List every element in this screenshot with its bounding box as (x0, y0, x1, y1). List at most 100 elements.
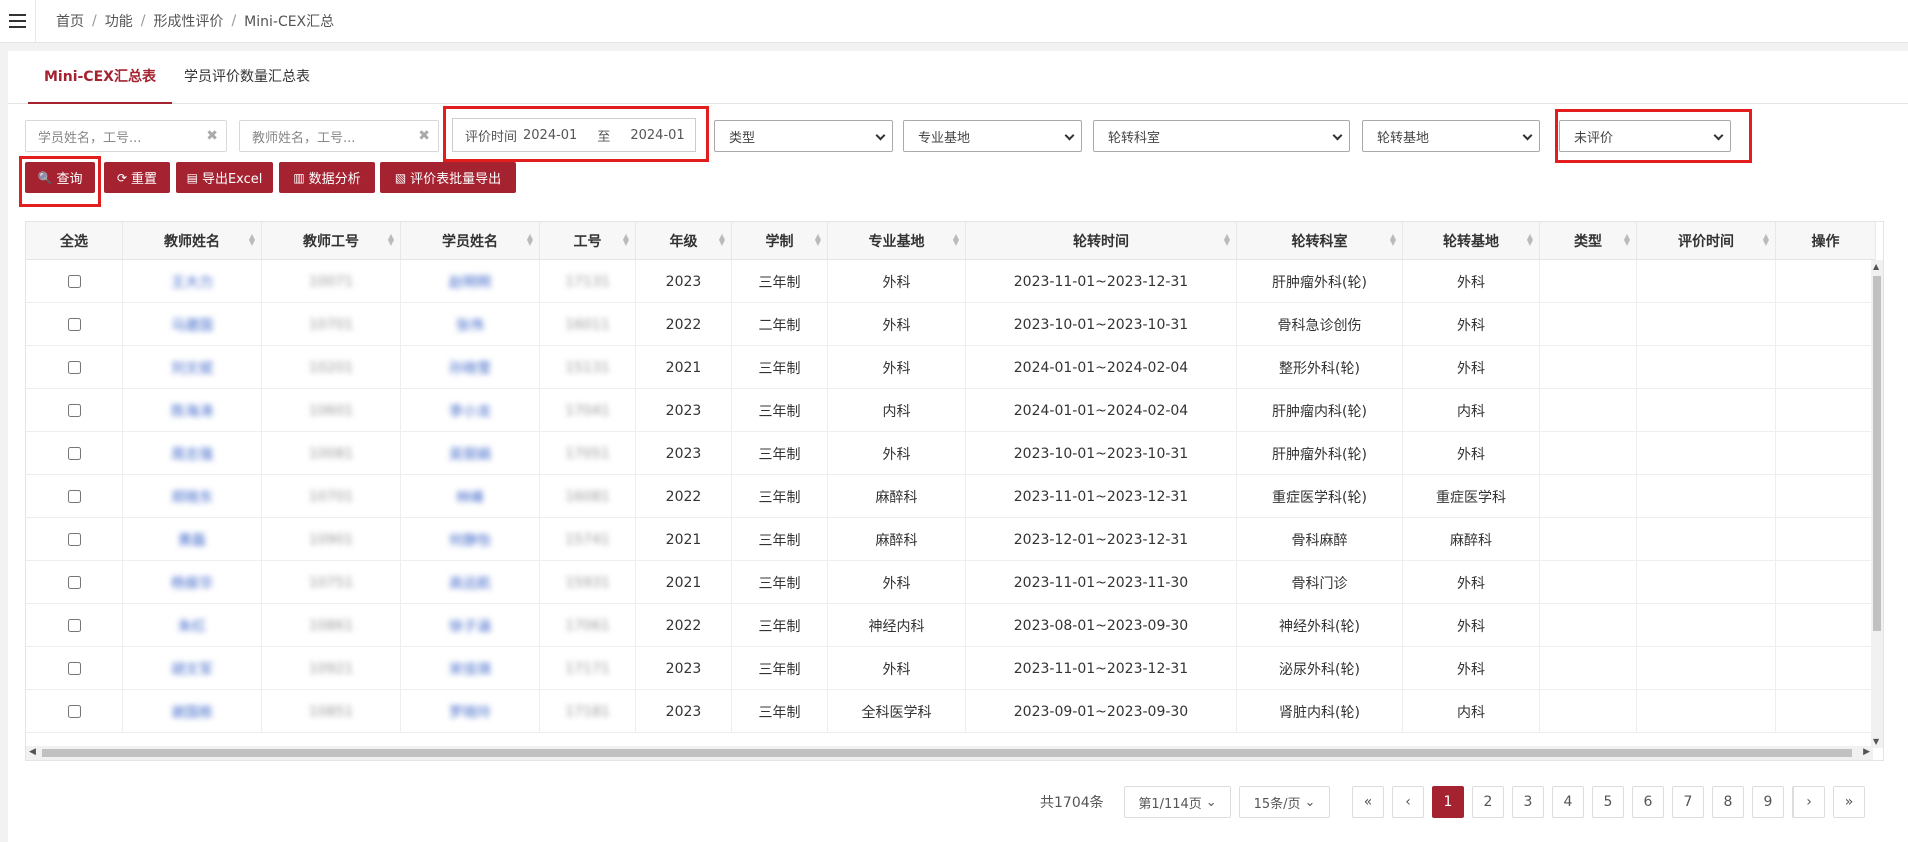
vertical-scroll-thumb[interactable] (1873, 276, 1881, 631)
first-page-button[interactable]: « (1352, 786, 1384, 818)
page-1-button[interactable]: 1 (1432, 786, 1464, 818)
table-row[interactable]: 刘文斌 10201 孙晓雪 15131 2021 三年制 外科 2024-01-01~2024… (26, 346, 1876, 389)
tab-mini-cex-summary[interactable]: Mini-CEX汇总表 (28, 51, 172, 104)
export-excel-button[interactable]: ▤ 导出Excel (176, 162, 273, 193)
type-select[interactable]: 类型 (714, 120, 893, 152)
rotation-base-select[interactable]: 轮转基地 (1362, 120, 1540, 152)
column-header[interactable]: 学员姓名 ▲ ▼ (401, 222, 540, 260)
base-select[interactable]: 专业基地 (903, 120, 1082, 152)
cell-student[interactable]: 高远航 (449, 573, 491, 593)
column-header[interactable]: 评价时间 ▲ ▼ (1637, 222, 1776, 260)
menu-toggle-icon[interactable] (0, 0, 36, 43)
row-checkbox[interactable] (67, 619, 81, 632)
table-row[interactable]: 朱红 10861 徐子涵 17061 2022 三年制 神经内科 2023-08-01~202… (26, 604, 1876, 647)
column-header[interactable]: 全选 (26, 222, 123, 260)
column-header[interactable]: 教师姓名 ▲ ▼ (123, 222, 262, 260)
table-row[interactable]: 王大力 10071 赵明明 17131 2023 三年制 外科 2023-11-01~2023… (26, 260, 1876, 303)
last-page-button[interactable]: » (1833, 786, 1865, 818)
page-7-button[interactable]: 7 (1672, 786, 1704, 818)
tab-student-eval-count[interactable]: 学员评价数量汇总表 (168, 51, 326, 104)
clear-icon[interactable]: ✖ (418, 128, 430, 144)
column-header[interactable]: 轮转时间 ▲ ▼ (966, 222, 1237, 260)
cell-teacher[interactable]: 郑晓东 (171, 487, 213, 507)
scroll-left-icon[interactable]: ◀ (29, 747, 36, 757)
table-row[interactable]: 周志强 10081 吴丽娟 17051 2023 三年制 外科 2023-10-01~2023… (26, 432, 1876, 475)
column-header[interactable]: 学制 ▲ ▼ (732, 222, 828, 260)
breadcrumb-formative-eval[interactable]: 形成性评价 (153, 11, 223, 31)
sort-icon[interactable]: ▲ ▼ (1624, 233, 1630, 247)
cell-student[interactable]: 张伟 (456, 315, 484, 335)
scroll-down-icon[interactable]: ▼ (1873, 737, 1879, 746)
horizontal-scrollbar[interactable]: ◀ ▶ (26, 746, 1873, 760)
vertical-scrollbar[interactable]: ▲ ▼ (1871, 260, 1883, 748)
batch-export-button[interactable]: ▧ 评价表批量导出 (380, 162, 516, 193)
prev-page-button[interactable]: ‹ (1392, 786, 1424, 818)
row-checkbox[interactable] (67, 705, 81, 718)
cell-teacher[interactable]: 朱红 (178, 616, 206, 636)
row-checkbox[interactable] (67, 447, 81, 460)
page-info-select[interactable]: 第1/114页 ⌄ (1124, 786, 1231, 818)
cell-student[interactable]: 罗晓玲 (449, 702, 491, 722)
row-checkbox[interactable] (67, 404, 81, 417)
cell-student[interactable]: 孙晓雪 (449, 358, 491, 378)
teacher-search-input[interactable]: 教师姓名，工号... ✖ (239, 120, 439, 152)
cell-teacher[interactable]: 谢国栋 (171, 702, 213, 722)
column-header[interactable]: 类型 ▲ ▼ (1540, 222, 1637, 260)
cell-student[interactable]: 吴丽娟 (449, 444, 491, 464)
sort-icon[interactable]: ▲ ▼ (249, 233, 255, 247)
sort-icon[interactable]: ▲ ▼ (719, 233, 725, 247)
page-2-button[interactable]: 2 (1472, 786, 1504, 818)
column-header[interactable]: 操作 (1776, 222, 1876, 260)
column-header[interactable]: 年级 ▲ ▼ (636, 222, 732, 260)
page-size-select[interactable]: 15条/页 ⌄ (1239, 786, 1330, 818)
table-row[interactable]: 胡文军 10921 宋佳琪 17171 2023 三年制 外科 2023-11-01~2023… (26, 647, 1876, 690)
breadcrumb-function[interactable]: 功能 (105, 11, 133, 31)
cell-teacher[interactable]: 黄磊 (178, 530, 206, 550)
row-checkbox[interactable] (67, 533, 81, 546)
cell-student[interactable]: 徐子涵 (449, 616, 491, 636)
table-row[interactable]: 黄磊 10901 何静怡 15741 2021 三年制 麻醉科 2023-12-01~2023… (26, 518, 1876, 561)
cell-teacher[interactable]: 胡文军 (171, 659, 213, 679)
next-page-button[interactable]: › (1793, 786, 1825, 818)
cell-teacher[interactable]: 王大力 (171, 272, 213, 292)
page-8-button[interactable]: 8 (1712, 786, 1744, 818)
reset-button[interactable]: ⟳ 重置 (104, 162, 170, 193)
table-row[interactable]: 陈海涛 10601 李小龙 17041 2023 三年制 内科 2024-01-01~2024… (26, 389, 1876, 432)
sort-icon[interactable]: ▲ ▼ (1390, 233, 1396, 247)
page-6-button[interactable]: 6 (1632, 786, 1664, 818)
table-row[interactable]: 谢国栋 10851 罗晓玲 17181 2023 三年制 全科医学科 2023-09-01~2… (26, 690, 1876, 733)
cell-student[interactable]: 何静怡 (449, 530, 491, 550)
row-checkbox[interactable] (67, 361, 81, 374)
page-3-button[interactable]: 3 (1512, 786, 1544, 818)
column-header[interactable]: 轮转基地 ▲ ▼ (1403, 222, 1540, 260)
student-search-input[interactable]: 学员姓名，工号... ✖ (25, 120, 227, 152)
sort-icon[interactable]: ▲ ▼ (527, 233, 533, 247)
row-checkbox[interactable] (67, 318, 81, 331)
column-header[interactable]: 专业基地 ▲ ▼ (828, 222, 966, 260)
cell-student[interactable]: 李小龙 (449, 401, 491, 421)
sort-icon[interactable]: ▲ ▼ (815, 233, 821, 247)
page-9-button[interactable]: 9 (1752, 786, 1784, 818)
sort-icon[interactable]: ▲ ▼ (1763, 233, 1769, 247)
cell-teacher[interactable]: 刘文斌 (171, 358, 213, 378)
sort-icon[interactable]: ▲ ▼ (388, 233, 394, 247)
sort-icon[interactable]: ▲ ▼ (1527, 233, 1533, 247)
column-header[interactable]: 工号 ▲ ▼ (540, 222, 636, 260)
column-header[interactable]: 教师工号 ▲ ▼ (262, 222, 401, 260)
column-header[interactable]: 轮转科室 ▲ ▼ (1237, 222, 1403, 260)
row-checkbox[interactable] (67, 275, 81, 288)
cell-teacher[interactable]: 杨振华 (171, 573, 213, 593)
cell-teacher[interactable]: 周志强 (171, 444, 213, 464)
sort-icon[interactable]: ▲ ▼ (623, 233, 629, 247)
scroll-up-icon[interactable]: ▲ (1873, 262, 1879, 271)
cell-student[interactable]: 赵明明 (449, 272, 491, 292)
cell-teacher[interactable]: 马建国 (171, 315, 213, 335)
page-5-button[interactable]: 5 (1592, 786, 1624, 818)
cell-teacher[interactable]: 陈海涛 (171, 401, 213, 421)
row-checkbox[interactable] (67, 490, 81, 503)
cell-student[interactable]: 宋佳琪 (449, 659, 491, 679)
horizontal-scroll-thumb[interactable] (42, 749, 1852, 757)
table-row[interactable]: 马建国 10701 张伟 16011 2022 二年制 外科 2023-10-01~2023-… (26, 303, 1876, 346)
clear-icon[interactable]: ✖ (206, 128, 218, 144)
cell-student[interactable]: 林峰 (456, 487, 484, 507)
